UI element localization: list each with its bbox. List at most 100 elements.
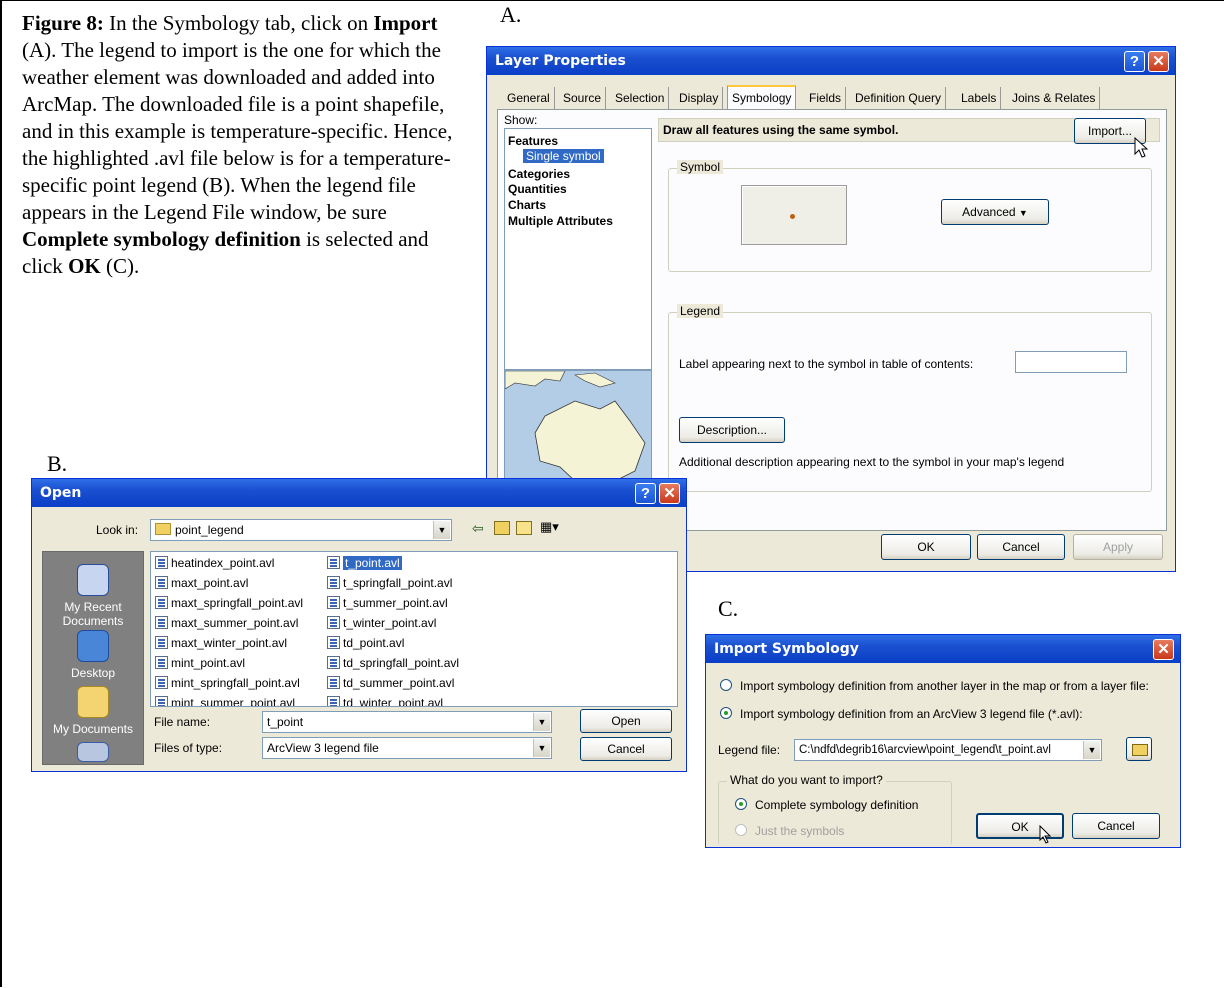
chevron-down-icon[interactable]: ▼ bbox=[533, 713, 550, 731]
legend-file-combo[interactable]: C:\ndfd\degrib16\arcview\point_legend\t_… bbox=[794, 739, 1102, 761]
file-item[interactable]: mint_point.avl bbox=[155, 654, 245, 672]
file-item[interactable]: maxt_point.avl bbox=[155, 574, 248, 592]
ok-button[interactable]: OK bbox=[881, 534, 971, 560]
cancel-button[interactable]: Cancel bbox=[977, 534, 1065, 560]
tab-definition-query[interactable]: Definition Query bbox=[851, 87, 947, 109]
tab-selection[interactable]: Selection bbox=[611, 87, 670, 109]
choice-complete-definition[interactable]: Complete symbology definition bbox=[735, 798, 918, 812]
help-icon[interactable]: ? bbox=[1124, 51, 1145, 72]
tab-joins-relates[interactable]: Joins & Relates bbox=[1008, 87, 1101, 109]
file-name: td_winter_point.avl bbox=[343, 696, 444, 707]
radio-icon bbox=[720, 679, 732, 691]
label-a: A. bbox=[500, 2, 522, 27]
cancel-button[interactable]: Cancel bbox=[1072, 813, 1160, 839]
avl-file-icon bbox=[155, 696, 168, 706]
symbol-group-title: Symbol bbox=[677, 160, 724, 174]
label-c: C. bbox=[718, 596, 739, 621]
file-item[interactable]: t_winter_point.avl bbox=[327, 614, 436, 632]
tab-display[interactable]: Display bbox=[675, 87, 724, 109]
tree-single-symbol[interactable]: Single symbol bbox=[523, 149, 604, 163]
recent-documents-icon bbox=[77, 564, 109, 596]
avl-file-icon bbox=[155, 616, 168, 629]
advanced-button[interactable]: Advanced ▼ bbox=[941, 199, 1049, 225]
browse-folder-button[interactable] bbox=[1126, 737, 1152, 761]
open-button[interactable]: Open bbox=[580, 709, 672, 733]
file-item[interactable]: maxt_winter_point.avl bbox=[155, 634, 287, 652]
file-name: mint_summer_point.avl bbox=[171, 696, 296, 707]
file-item[interactable]: td_summer_point.avl bbox=[327, 674, 454, 692]
file-name: mint_point.avl bbox=[171, 656, 246, 670]
file-item[interactable]: t_springfall_point.avl bbox=[327, 574, 452, 592]
file-name: maxt_springfall_point.avl bbox=[171, 596, 304, 610]
avl-file-icon bbox=[155, 676, 168, 689]
dropdown-arrow-icon: ▼ bbox=[1018, 208, 1028, 218]
description-button[interactable]: Description... bbox=[679, 417, 785, 443]
file-name: heatindex_point.avl bbox=[171, 556, 275, 570]
new-folder-icon[interactable] bbox=[516, 521, 532, 535]
tab-general[interactable]: General bbox=[503, 87, 555, 109]
avl-file-icon bbox=[327, 616, 340, 629]
import-symbology-titlebar: Import Symbology bbox=[706, 635, 1180, 663]
tree-quantities[interactable]: Quantities bbox=[508, 182, 567, 196]
close-icon[interactable]: ✕ bbox=[1148, 51, 1169, 72]
label-b: B. bbox=[47, 451, 68, 476]
tab-strip: General Source Selection Display Symbolo… bbox=[503, 85, 1103, 112]
symbol-preview-button[interactable] bbox=[741, 185, 847, 245]
place-desktop[interactable]: Desktop bbox=[43, 630, 143, 680]
avl-file-icon bbox=[155, 556, 168, 569]
file-item[interactable]: mint_springfall_point.avl bbox=[155, 674, 300, 692]
back-arrow-icon[interactable]: ⇦ bbox=[472, 520, 484, 537]
look-in-combo[interactable]: point_legend ▼ bbox=[150, 519, 452, 541]
file-item[interactable]: t_summer_point.avl bbox=[327, 594, 448, 612]
file-item[interactable]: mint_summer_point.avl bbox=[155, 694, 296, 707]
file-item[interactable]: maxt_springfall_point.avl bbox=[155, 594, 303, 612]
help-icon[interactable]: ? bbox=[635, 483, 656, 504]
draw-all-text: Draw all features using the same symbol. bbox=[663, 123, 899, 137]
files-of-type-select[interactable]: ArcView 3 legend file ▼ bbox=[262, 737, 552, 759]
option-from-legend-file[interactable]: Import symbology definition from an ArcV… bbox=[720, 707, 1083, 721]
avl-file-icon bbox=[155, 576, 168, 589]
choice-just-symbols[interactable]: Just the symbols bbox=[735, 824, 844, 838]
avl-file-icon bbox=[155, 636, 168, 649]
file-item[interactable]: heatindex_point.avl bbox=[155, 554, 274, 572]
tree-multiple-attributes[interactable]: Multiple Attributes bbox=[508, 214, 613, 228]
file-name: t_summer_point.avl bbox=[343, 596, 448, 610]
open-dialog-titlebar: Open bbox=[32, 479, 686, 507]
file-name: t_winter_point.avl bbox=[343, 616, 437, 630]
mouse-pointer-icon bbox=[1134, 137, 1149, 158]
place-my-documents[interactable]: My Documents bbox=[43, 686, 143, 736]
point-symbol-icon bbox=[790, 214, 795, 219]
up-folder-icon[interactable] bbox=[494, 521, 510, 535]
tab-fields[interactable]: Fields bbox=[805, 87, 847, 109]
option-from-layer[interactable]: Import symbology definition from another… bbox=[720, 679, 1149, 693]
file-item[interactable]: td_springfall_point.avl bbox=[327, 654, 459, 672]
chevron-down-icon[interactable]: ▼ bbox=[1083, 741, 1100, 759]
file-name: mint_springfall_point.avl bbox=[171, 676, 300, 690]
tab-symbology[interactable]: Symbology bbox=[727, 85, 797, 112]
tab-labels[interactable]: Labels bbox=[957, 87, 1002, 109]
file-item[interactable]: maxt_summer_point.avl bbox=[155, 614, 298, 632]
place-my-recent-documents[interactable]: My Recent Documents bbox=[43, 564, 143, 628]
figure-caption: Figure 8: In the Symbology tab, click on… bbox=[22, 11, 453, 278]
place-my-computer[interactable] bbox=[43, 742, 143, 764]
tree-charts[interactable]: Charts bbox=[508, 198, 546, 212]
tree-categories[interactable]: Categories bbox=[508, 167, 570, 181]
cancel-button[interactable]: Cancel bbox=[580, 737, 672, 761]
file-name-input[interactable]: t_point ▼ bbox=[262, 711, 552, 733]
radio-selected-icon bbox=[720, 707, 732, 719]
close-icon[interactable]: ✕ bbox=[659, 483, 680, 504]
file-item[interactable]: td_point.avl bbox=[327, 634, 404, 652]
apply-button[interactable]: Apply bbox=[1073, 534, 1163, 560]
file-item[interactable]: td_winter_point.avl bbox=[327, 694, 444, 707]
tab-source[interactable]: Source bbox=[559, 87, 607, 109]
file-item[interactable]: t_point.avl bbox=[327, 554, 402, 572]
legend-label-input[interactable] bbox=[1015, 351, 1127, 373]
chevron-down-icon[interactable]: ▼ bbox=[533, 739, 550, 757]
my-documents-icon bbox=[77, 686, 109, 718]
tree-features[interactable]: Features bbox=[508, 134, 558, 148]
look-in-label: Look in: bbox=[96, 523, 139, 537]
close-icon[interactable]: ✕ bbox=[1153, 639, 1174, 660]
avl-file-icon bbox=[327, 656, 340, 669]
view-menu-icon[interactable]: ▦▾ bbox=[540, 519, 559, 535]
chevron-down-icon[interactable]: ▼ bbox=[433, 521, 450, 539]
